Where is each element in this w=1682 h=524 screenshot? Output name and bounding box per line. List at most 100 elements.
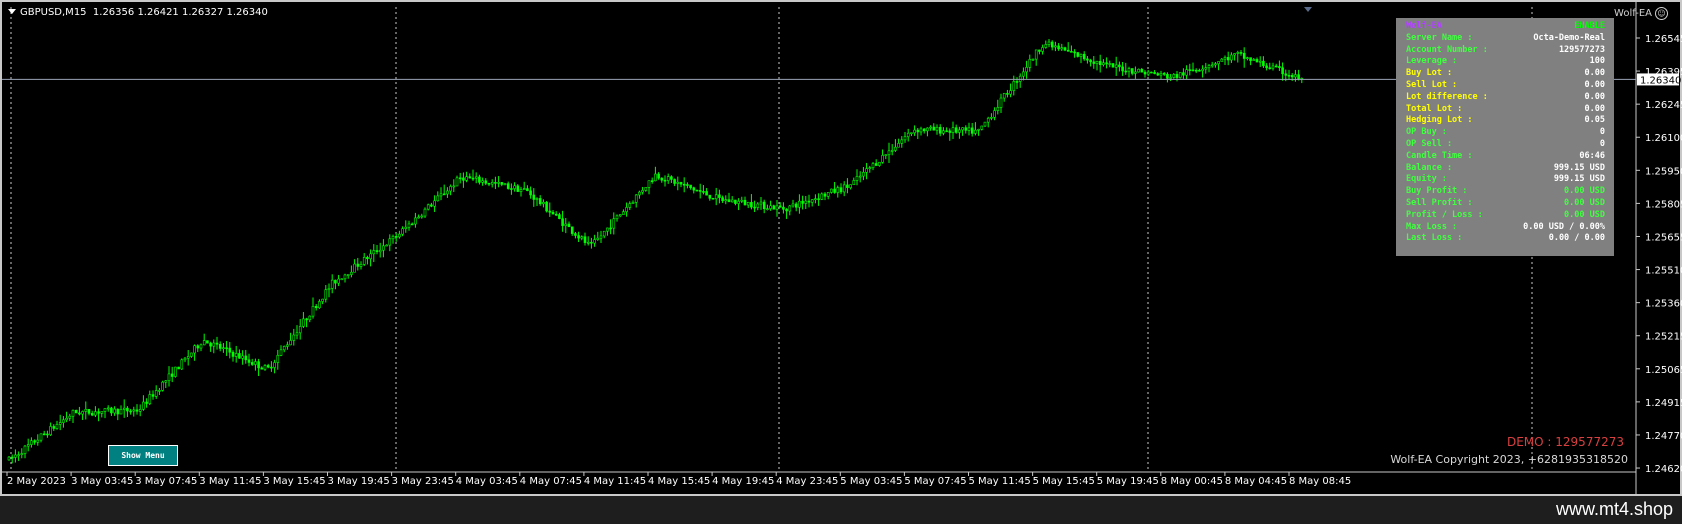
candle-body — [1050, 41, 1054, 48]
candle-body — [730, 199, 734, 203]
candle-body — [116, 408, 120, 415]
candle-body — [449, 186, 452, 192]
ea-tag[interactable]: Wolf-EA ☺ — [1614, 7, 1668, 20]
candle-body — [1082, 53, 1086, 60]
candle-body — [839, 187, 843, 193]
candle-body — [1297, 74, 1300, 80]
candle-body — [388, 238, 392, 246]
info-row: Last Loss : 0.00 / 0.00 — [1406, 233, 1605, 245]
candle-body — [545, 201, 548, 212]
info-label: Account Number : — [1406, 44, 1488, 55]
current-price-label: 1.26340 — [1640, 75, 1681, 86]
candle-body — [686, 184, 689, 186]
candle-body — [436, 195, 440, 202]
candle-body — [302, 318, 305, 327]
candle-body — [94, 411, 97, 416]
candle-body — [842, 184, 846, 193]
candle-body — [417, 216, 420, 219]
candle-body — [865, 168, 868, 173]
candle-body — [55, 424, 59, 429]
candle-body — [231, 351, 235, 357]
info-value: Octa-Demo-Real — [1533, 32, 1605, 43]
candle-body — [647, 180, 651, 188]
candle-body — [74, 409, 78, 414]
candle-body — [1188, 69, 1192, 71]
candle-body — [1150, 71, 1153, 74]
candle-body — [695, 189, 699, 192]
candle-body — [663, 179, 667, 182]
candle-body — [641, 190, 644, 193]
candle-body — [961, 127, 964, 131]
info-row: Sell Profit : 0.00 USD — [1406, 198, 1605, 210]
candle-body — [999, 97, 1003, 108]
candle-body — [846, 184, 849, 188]
time-tick-label: 3 May 03:45 — [71, 476, 133, 487]
info-row: Wolf-EA ENABLE — [1406, 21, 1605, 33]
show-menu-button[interactable]: Show Menu — [108, 445, 178, 466]
candle-body — [20, 453, 24, 455]
time-tick-label: 3 May 07:45 — [135, 476, 197, 487]
candle-body — [980, 125, 984, 130]
candle-body — [1198, 69, 1201, 72]
info-label: Sell Profit : — [1406, 197, 1473, 208]
candle-body — [494, 182, 497, 184]
info-row: Hedging Lot : 0.05 — [1406, 115, 1605, 127]
candle-body — [84, 408, 88, 412]
candle-body — [903, 136, 907, 141]
candle-body — [1076, 52, 1080, 57]
candle-body — [778, 205, 782, 208]
candle-body — [1092, 61, 1096, 64]
candle-body — [81, 411, 84, 415]
candle-body — [39, 433, 43, 441]
info-row: Balance : 999.15 USD — [1406, 163, 1605, 175]
candle-body — [906, 132, 910, 138]
candle-body — [1108, 63, 1112, 65]
candle-body — [705, 191, 708, 196]
candle-body — [935, 126, 939, 131]
candle-body — [638, 191, 641, 196]
candle-body — [484, 180, 488, 184]
info-row: Profit / Loss : 0.00 USD — [1406, 210, 1605, 222]
candle-body — [714, 194, 718, 200]
candle-body — [615, 215, 619, 220]
candle-body — [372, 250, 376, 255]
candle-body — [228, 347, 232, 353]
candle-body — [452, 185, 456, 188]
candle-body — [276, 355, 280, 363]
info-label: Balance : — [1406, 162, 1453, 173]
candle-body — [1066, 49, 1070, 52]
candle-body — [1105, 62, 1108, 65]
time-tick-label: 4 May 03:45 — [456, 476, 518, 487]
candle-body — [740, 199, 744, 202]
candle-body — [439, 193, 443, 197]
candle-body — [215, 342, 219, 345]
dropdown-triangle-icon[interactable] — [8, 9, 16, 14]
chart-window[interactable]: 1.265451.263951.262451.261001.259501.258… — [0, 0, 1682, 498]
candle-body — [1217, 61, 1220, 65]
candle-body — [910, 132, 913, 135]
footer-url[interactable]: www.mt4.shop — [1556, 499, 1673, 520]
candle-body — [468, 176, 472, 179]
candle-body — [724, 199, 728, 202]
candle-body — [682, 183, 686, 186]
candle-body — [1262, 60, 1265, 67]
time-tick-label: 4 May 07:45 — [520, 476, 582, 487]
time-tick-label: 3 May 15:45 — [263, 476, 325, 487]
candle-body — [698, 190, 702, 192]
info-label: Sell Lot : — [1406, 79, 1458, 90]
time-tick-label: 8 May 08:45 — [1289, 476, 1351, 487]
info-value: 0.00 / 0.00 — [1548, 233, 1605, 244]
candle-body — [1220, 58, 1224, 62]
candle-body — [599, 235, 603, 239]
time-tick-label: 5 May 11:45 — [969, 476, 1031, 487]
candle-body — [1006, 93, 1009, 95]
candle-body — [1201, 68, 1204, 71]
info-row: Max Loss : 0.00 USD / 0.00% — [1406, 222, 1605, 234]
candle-body — [577, 235, 580, 239]
info-value: 999.15 USD — [1553, 162, 1605, 173]
candle-body — [590, 241, 593, 244]
candle-body — [756, 203, 760, 208]
candle-body — [23, 445, 27, 454]
candle-body — [33, 440, 36, 443]
info-label: Profit / Loss : — [1406, 209, 1483, 220]
